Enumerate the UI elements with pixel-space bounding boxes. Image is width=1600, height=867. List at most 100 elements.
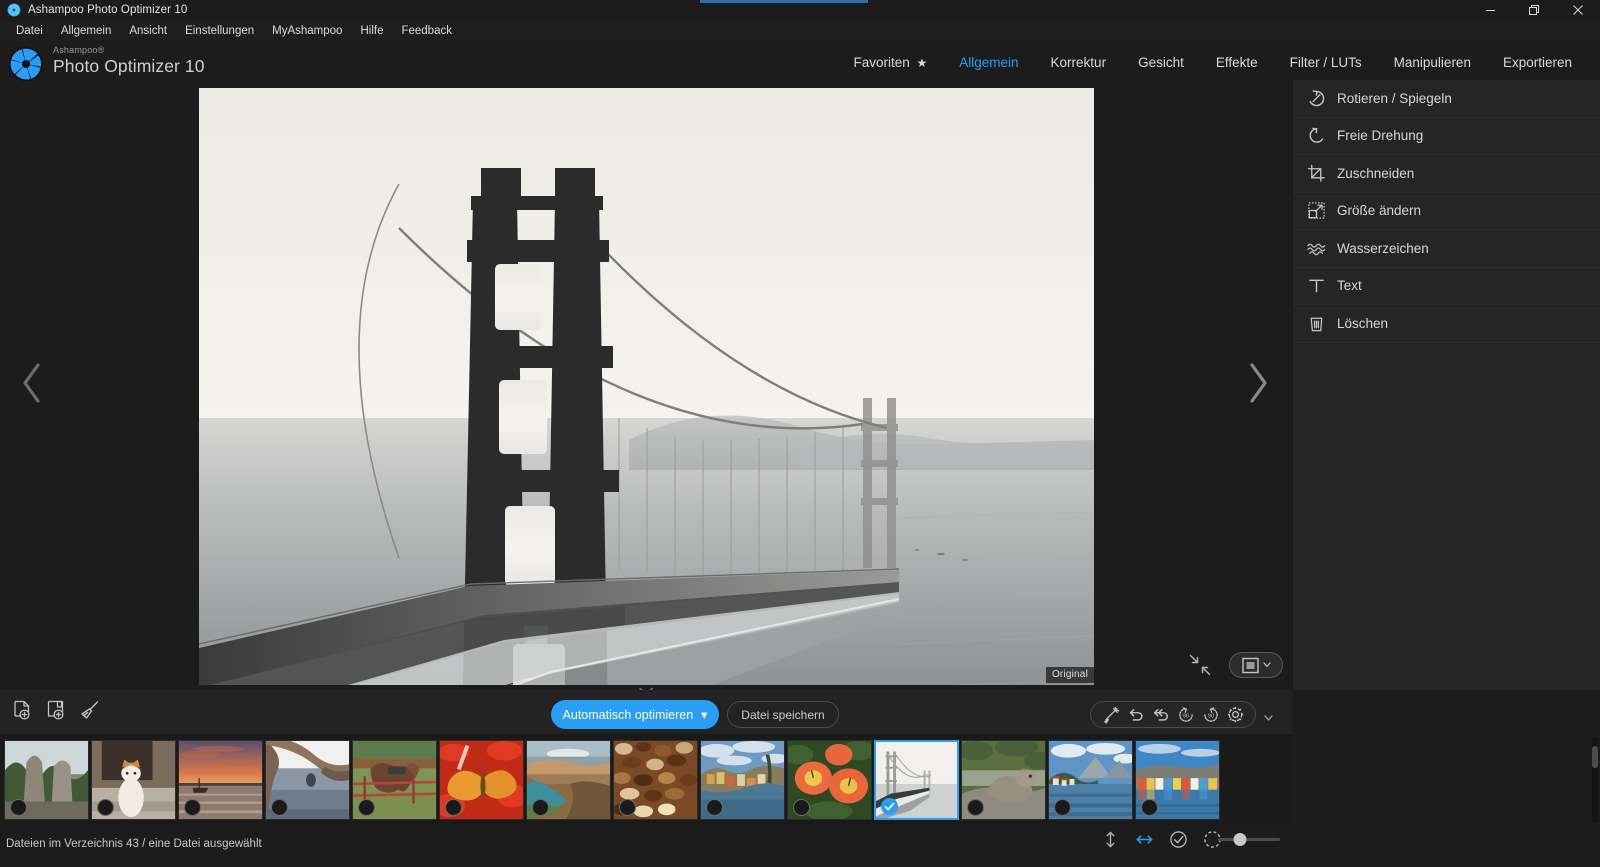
thumbnail-select-dot-checked[interactable] <box>881 798 898 815</box>
thumbnail-select-dot[interactable] <box>358 799 375 816</box>
rotate-left-90-button[interactable]: 90 <box>1176 705 1196 725</box>
main-photo[interactable]: Original <box>199 88 1094 685</box>
magic-wand-button[interactable] <box>1101 705 1121 725</box>
panel-item-label: Freie Drehung <box>1337 128 1424 144</box>
rotate-flip-icon <box>1303 87 1329 109</box>
menu-item-einstellungen[interactable]: Einstellungen <box>176 21 263 41</box>
filmstrip-scrollbar-thumb[interactable] <box>1592 746 1598 768</box>
thumbnail-select-dot[interactable] <box>97 799 114 816</box>
thumbnail-ginger-cat[interactable] <box>91 740 176 820</box>
menu-item-hilfe[interactable]: Hilfe <box>351 21 392 41</box>
thumbnail-size-track[interactable] <box>1218 832 1280 846</box>
panel-item-zuschneiden[interactable]: Zuschneiden <box>1293 155 1600 193</box>
panel-item-wasserzeichen[interactable]: Wasserzeichen <box>1293 230 1600 268</box>
menu-bar: Datei Allgemein Ansicht Einstellungen My… <box>0 21 1600 41</box>
select-all-button[interactable] <box>1168 828 1188 850</box>
close-icon <box>1573 5 1583 15</box>
previous-image-button[interactable] <box>10 353 54 413</box>
thumbnail-select-dot[interactable] <box>706 799 723 816</box>
next-image-button[interactable] <box>1236 353 1280 413</box>
tab-korrektur[interactable]: Korrektur <box>1035 41 1123 85</box>
sort-vertical-icon <box>1106 831 1114 847</box>
thumbnail-select-dot[interactable] <box>793 799 810 816</box>
thumbnail-butterfly[interactable] <box>439 740 524 820</box>
chevron-down-small-icon <box>1264 715 1273 721</box>
panel-item-text[interactable]: Text <box>1293 268 1600 305</box>
clear-list-button[interactable] <box>76 695 104 725</box>
auto-optimize-label: Automatisch optimieren <box>562 707 694 722</box>
thumbnail-colorful-harbor[interactable] <box>1135 740 1220 820</box>
add-file-button[interactable] <box>8 695 36 725</box>
status-bar-tools <box>1100 828 1222 850</box>
panel-item-label: Wasserzeichen <box>1337 240 1429 256</box>
add-folder-button[interactable] <box>42 695 70 725</box>
tab-effekte[interactable]: Effekte <box>1200 41 1274 85</box>
restore-icon <box>1529 5 1539 15</box>
thumbnail-marmot[interactable] <box>961 740 1046 820</box>
edit-tools-caret-button[interactable] <box>1264 709 1273 727</box>
status-text: Dateien im Verzeichnis 43 / eine Datei a… <box>6 838 262 850</box>
panel-item-loeschen[interactable]: Löschen <box>1293 305 1600 343</box>
menu-item-datei[interactable]: Datei <box>7 21 52 41</box>
view-mode-icon <box>1241 657 1259 673</box>
sort-vertical-button[interactable] <box>1100 828 1120 850</box>
title-accent-bar <box>700 0 868 3</box>
minimize-button[interactable] <box>1468 0 1512 20</box>
tab-allgemein[interactable]: Allgemein <box>943 41 1034 85</box>
close-button[interactable] <box>1556 0 1600 20</box>
panel-item-rotieren-spiegeln[interactable]: Rotieren / Spiegeln <box>1293 80 1600 118</box>
auto-optimize-button[interactable]: Automatisch optimieren ▾ <box>551 700 719 729</box>
save-file-button[interactable]: Datei speichern <box>727 701 839 728</box>
thumbnail-orange-flowers[interactable] <box>787 740 872 820</box>
panel-item-groesse-aendern[interactable]: Größe ändern <box>1293 193 1600 230</box>
tab-favoriten[interactable]: Favoriten ★ <box>837 41 943 85</box>
title-bar: Ashampoo Photo Optimizer 10 <box>0 0 1600 20</box>
thumbnail-size-slider[interactable] <box>1218 830 1280 848</box>
thumbnail-strip[interactable] <box>0 734 1293 826</box>
tools-side-panel: Rotieren / Spiegeln Freie Drehung Zuschn… <box>1293 80 1600 690</box>
golden-gate-bridge-photo <box>199 88 1094 685</box>
thumbnail-golden-gate-bridge[interactable] <box>874 740 959 820</box>
thumbnail-cinque-terre[interactable] <box>700 740 785 820</box>
menu-item-myashampoo[interactable]: MyAshampoo <box>263 21 351 41</box>
thumbnail-canyon-tree[interactable] <box>265 740 350 820</box>
thumbnail-select-dot[interactable] <box>619 799 636 816</box>
undo-button[interactable] <box>1126 705 1146 725</box>
panel-item-freie-drehung[interactable]: Freie Drehung <box>1293 118 1600 155</box>
restore-button[interactable] <box>1512 0 1556 20</box>
tab-gesicht[interactable]: Gesicht <box>1122 41 1200 85</box>
thumbnail-horse-fence[interactable] <box>352 740 437 820</box>
rotate-left-90-icon: 90 <box>1178 706 1193 722</box>
thumbnail-select-dot[interactable] <box>1054 799 1071 816</box>
menu-item-feedback[interactable]: Feedback <box>392 21 461 41</box>
thumbnail-select-dot[interactable] <box>271 799 288 816</box>
sort-horizontal-button[interactable] <box>1134 828 1154 850</box>
thumbnail-select-dot[interactable] <box>445 799 462 816</box>
tab-exportieren[interactable]: Exportieren <box>1487 41 1588 85</box>
menu-item-allgemein[interactable]: Allgemein <box>52 21 121 41</box>
thumbnail-select-dot[interactable] <box>10 799 27 816</box>
rotate-right-90-button[interactable]: 90 <box>1201 705 1221 725</box>
thumbnail-size-handle[interactable] <box>1233 832 1247 846</box>
view-mode-button[interactable] <box>1229 652 1283 678</box>
menu-item-ansicht[interactable]: Ansicht <box>120 21 176 41</box>
thumbnail-select-dot[interactable] <box>532 799 549 816</box>
thumbnail-select-dot[interactable] <box>1141 799 1158 816</box>
panel-item-label: Text <box>1337 278 1362 294</box>
filmstrip-scrollbar[interactable] <box>1592 738 1598 822</box>
thumbnail-sunset-beach[interactable] <box>178 740 263 820</box>
tab-manipulieren[interactable]: Manipulieren <box>1378 41 1487 85</box>
undo-all-button[interactable] <box>1151 705 1171 725</box>
thumbnail-coffee-beans[interactable] <box>613 740 698 820</box>
thumbnail-canyon-lake[interactable] <box>526 740 611 820</box>
tab-filter-luts[interactable]: Filter / LUTs <box>1274 41 1378 85</box>
thumbnail-alpine-lake[interactable] <box>1048 740 1133 820</box>
thumbnail-temple-ruins[interactable] <box>4 740 89 820</box>
fit-to-window-button[interactable] <box>1185 650 1215 680</box>
chevron-left-icon <box>23 363 40 403</box>
tab-favoriten-label: Favoriten <box>853 55 910 70</box>
thumbnail-select-dot[interactable] <box>967 799 984 816</box>
canvas-tools <box>1185 648 1285 682</box>
settings-gear-button[interactable] <box>1226 705 1246 725</box>
thumbnail-select-dot[interactable] <box>184 799 201 816</box>
